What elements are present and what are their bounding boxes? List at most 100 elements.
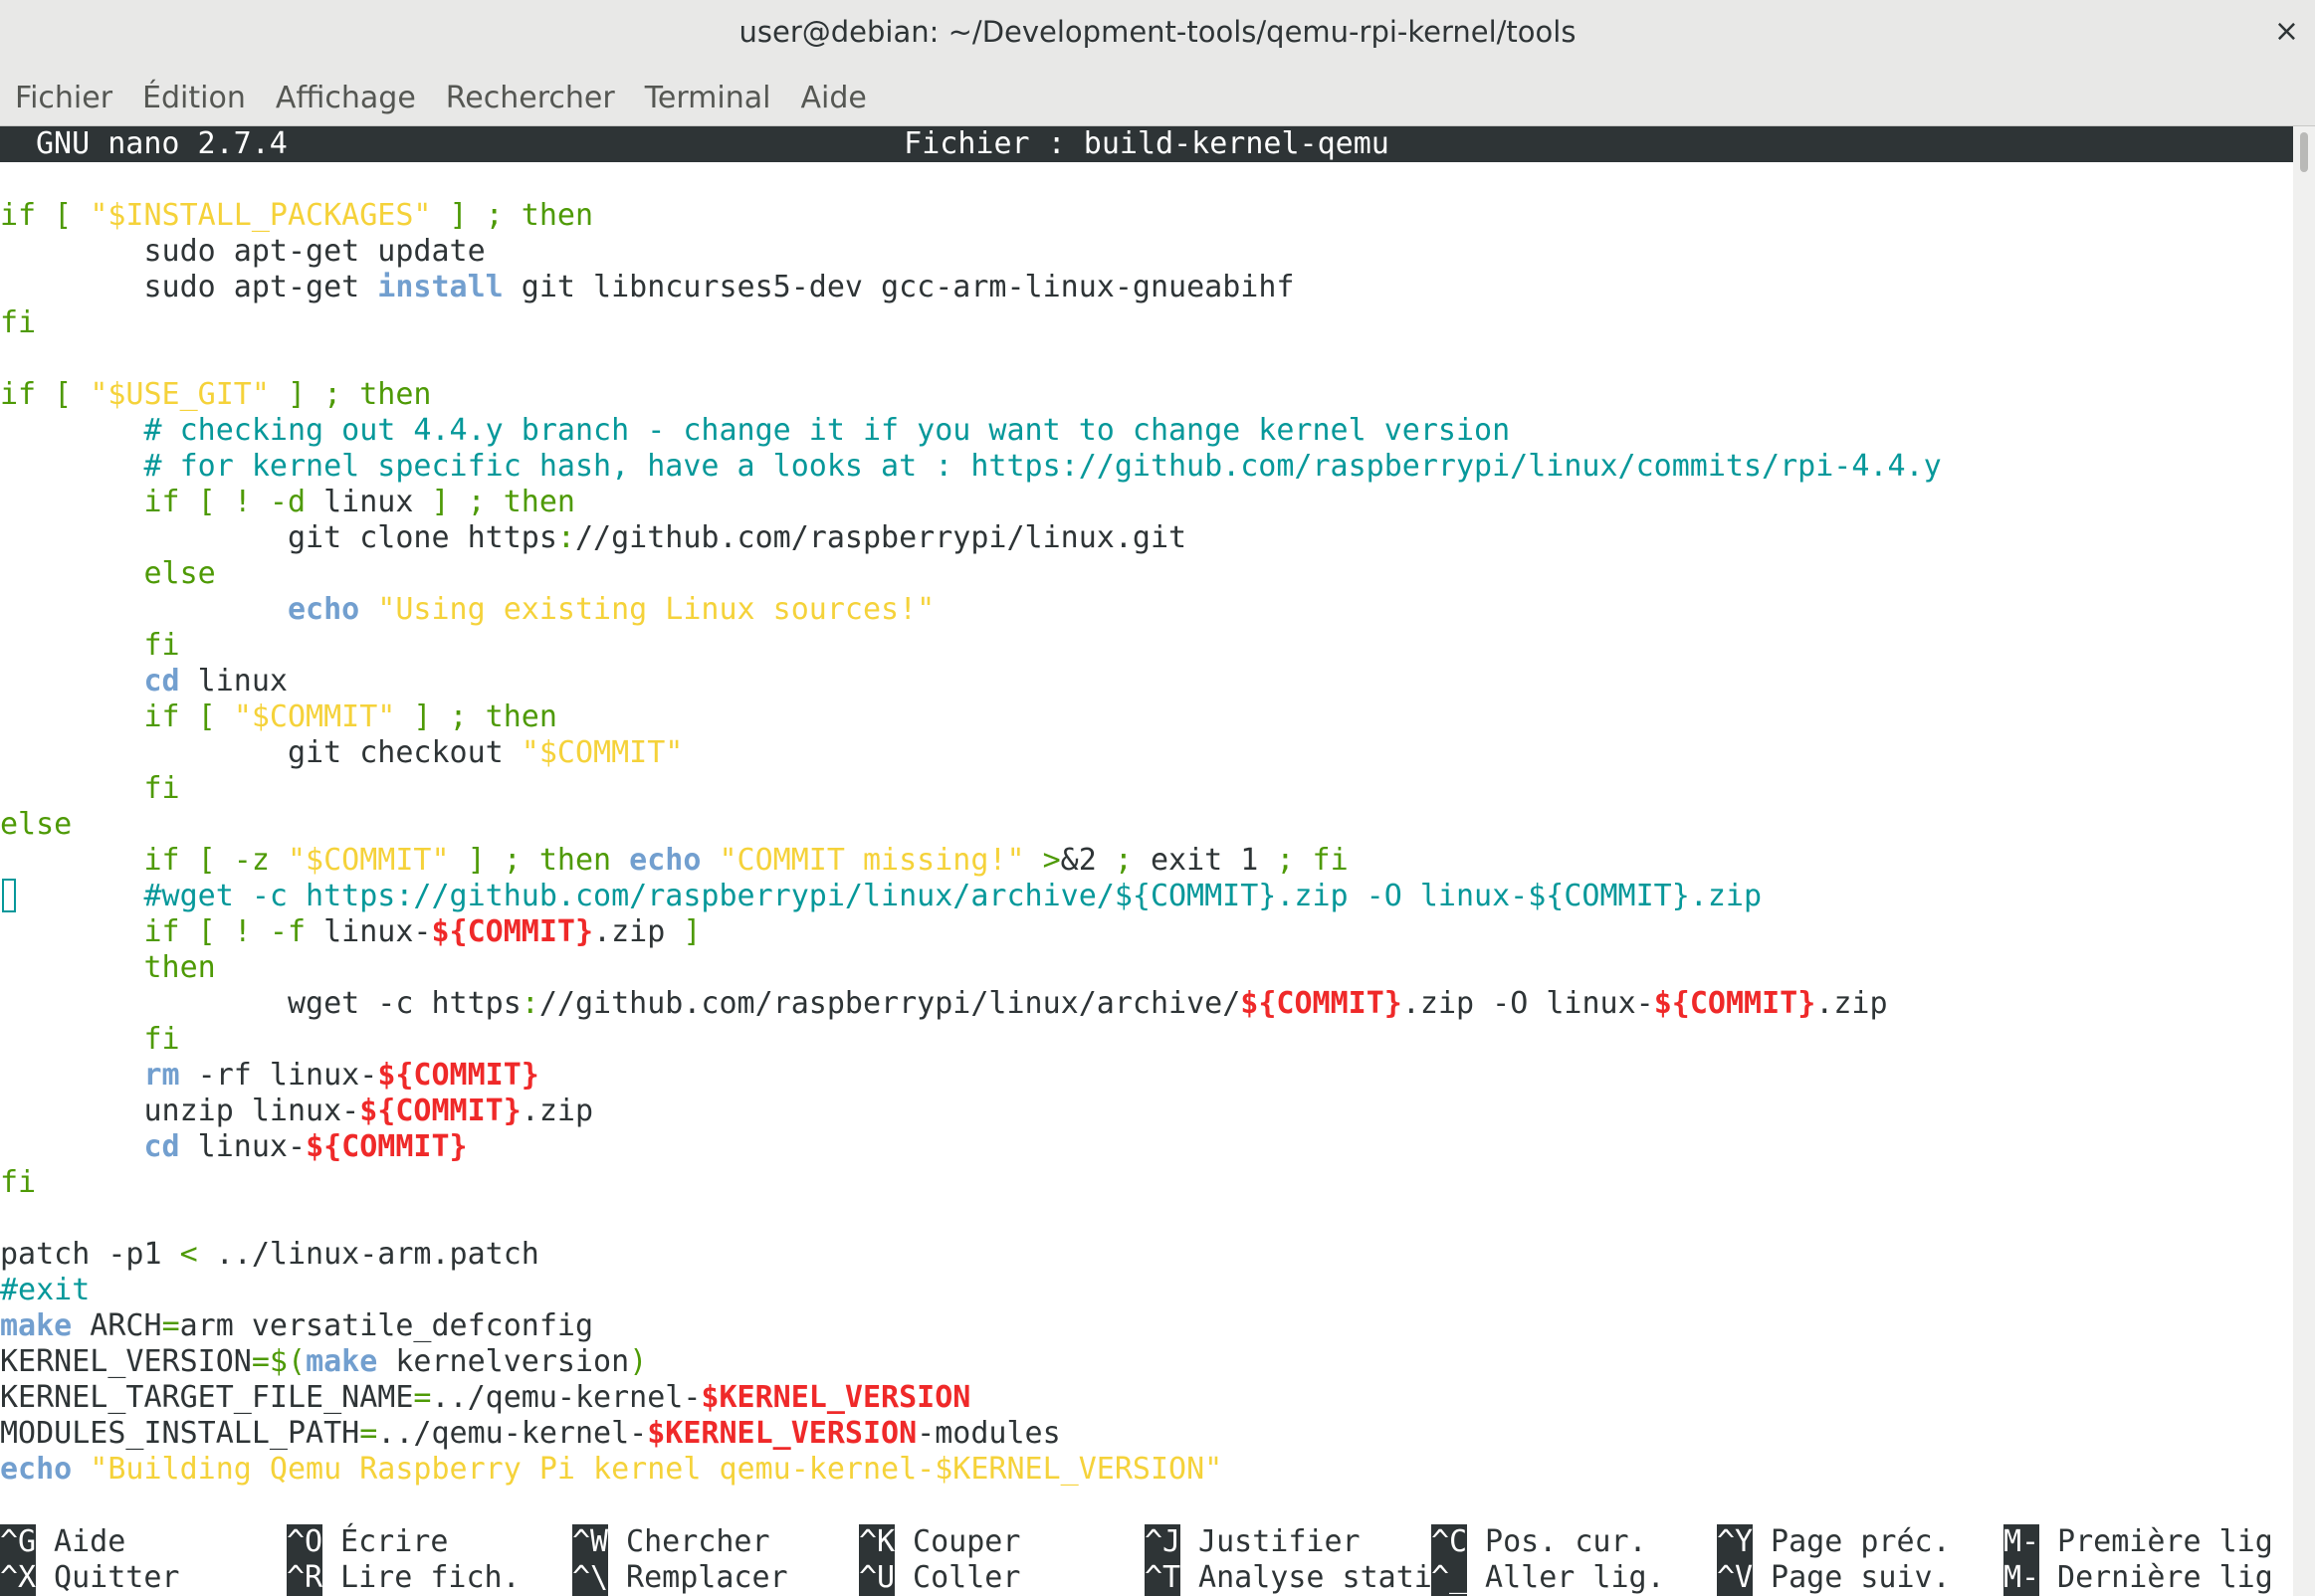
menu-fichier[interactable]: Fichier bbox=[0, 64, 127, 125]
shortcut-label: Analyse stati bbox=[1180, 1560, 1432, 1595]
code-token: .zip bbox=[1815, 986, 1888, 1021]
code-token: rm bbox=[143, 1058, 180, 1093]
shortcut-key: ^U bbox=[859, 1560, 896, 1596]
code-token: fi bbox=[0, 305, 37, 340]
code-token: linux- bbox=[323, 914, 432, 949]
code-line: fi bbox=[0, 305, 36, 341]
code-token: "COMMIT missing!" bbox=[701, 843, 1025, 878]
shortcut-label: Écrire bbox=[322, 1524, 449, 1559]
shortcut-key: ^K bbox=[859, 1524, 896, 1560]
code-line: KERNEL_TARGET_FILE_NAME=../qemu-kernel-$… bbox=[0, 1380, 970, 1416]
code-line: cd linux bbox=[0, 664, 289, 699]
code-token: = bbox=[413, 1380, 432, 1415]
shortcut-label: Lire fich. bbox=[322, 1560, 521, 1595]
code-token: KERNEL_VERSION bbox=[0, 1344, 252, 1379]
code-token: : bbox=[556, 520, 575, 555]
menu-aide[interactable]: Aide bbox=[785, 64, 881, 125]
code-line: if [ -z "$COMMIT" ] ; then echo "COMMIT … bbox=[0, 843, 1348, 879]
code-line: else bbox=[0, 556, 216, 592]
scrollbar[interactable] bbox=[2293, 126, 2315, 1596]
code-token: make bbox=[306, 1344, 378, 1379]
code-token: =$( bbox=[251, 1344, 307, 1379]
shortcut-key: ^X bbox=[0, 1560, 37, 1596]
code-token: //github.com/raspberrypi/linux.git bbox=[574, 520, 1187, 555]
shortcut-label: Coller bbox=[895, 1560, 1021, 1595]
shortcut-key: ^J bbox=[1145, 1524, 1181, 1560]
code-token: if [ bbox=[0, 699, 234, 734]
code-token: ../linux-arm.patch bbox=[197, 1237, 539, 1272]
nano-header: Fichier : build-kernel-qemu GNU nano 2.7… bbox=[0, 126, 2293, 162]
code-line: if [ "$COMMIT" ] ; then bbox=[0, 699, 556, 735]
code-token: ${COMMIT} bbox=[431, 914, 594, 949]
code-line: #wget -c https://github.com/raspberrypi/… bbox=[0, 879, 1762, 914]
nano-version: GNU nano 2.7.4 bbox=[36, 126, 288, 161]
code-token: fi bbox=[0, 628, 180, 663]
code-token: ${COMMIT} bbox=[1653, 986, 1816, 1021]
shortcut-key: ^Y bbox=[1717, 1524, 1754, 1560]
code-line: if [ ! -f linux-${COMMIT}.zip ] bbox=[0, 914, 701, 950]
code-token: fi bbox=[0, 771, 180, 806]
shortcut-key: ^O bbox=[287, 1524, 323, 1560]
terminal-area[interactable]: Fichier : build-kernel-qemu GNU nano 2.7… bbox=[0, 126, 2293, 1596]
code-token: echo bbox=[629, 843, 702, 878]
code-token: exit 1 bbox=[1150, 843, 1259, 878]
code-token: ${COMMIT} bbox=[1240, 986, 1402, 1021]
code-token: "$USE_GIT" bbox=[90, 377, 270, 412]
code-token: echo bbox=[0, 1452, 73, 1487]
code-line: echo "Building Qemu Raspberry Pi kernel … bbox=[0, 1452, 1222, 1488]
shortcut-label: Page préc. bbox=[1753, 1524, 1951, 1559]
menu-edition[interactable]: Édition bbox=[127, 64, 261, 125]
shortcut-item: ^U Coller bbox=[859, 1560, 1020, 1596]
shortcut-item: ^X Quitter bbox=[0, 1560, 180, 1596]
code-line: echo "Using existing Linux sources!" bbox=[0, 592, 935, 628]
code-token: patch -p1 bbox=[0, 1237, 180, 1272]
code-token: "$COMMIT" bbox=[521, 735, 684, 770]
close-icon[interactable]: × bbox=[2274, 0, 2299, 64]
menu-bar: Fichier Édition Affichage Rechercher Termina… bbox=[0, 64, 2315, 126]
code-token: //github.com/raspberrypi/linux/archive/ bbox=[538, 986, 1241, 1021]
shortcut-item: ^Y Page préc. bbox=[1717, 1524, 1951, 1560]
text-cursor bbox=[2, 879, 16, 912]
shortcut-label: Chercher bbox=[608, 1524, 770, 1559]
code-token: else bbox=[0, 556, 216, 591]
shortcut-label: Remplacer bbox=[608, 1560, 788, 1595]
shortcut-key: ^_ bbox=[1431, 1560, 1468, 1596]
code-token: git checkout bbox=[0, 735, 522, 770]
shortcut-label: Quitter bbox=[36, 1560, 180, 1595]
code-line: fi bbox=[0, 1022, 179, 1058]
code-token: ] ; then bbox=[413, 485, 575, 519]
code-line: sudo apt-get install git libncurses5-dev… bbox=[0, 270, 1294, 305]
code-line: patch -p1 < ../linux-arm.patch bbox=[0, 1237, 539, 1273]
shortcut-key: ^G bbox=[0, 1524, 37, 1560]
shortcut-label: Première lig bbox=[2039, 1524, 2273, 1559]
code-token: install bbox=[377, 270, 504, 304]
menu-terminal[interactable]: Terminal bbox=[630, 64, 786, 125]
shortcut-label: Aller lig. bbox=[1467, 1560, 1665, 1595]
code-token: # checking out 4.4.y branch - change it … bbox=[0, 413, 1511, 448]
shortcut-item: ^T Analyse stati bbox=[1145, 1560, 1432, 1596]
code-token: < bbox=[179, 1237, 198, 1272]
code-token: ${COMMIT} bbox=[377, 1058, 539, 1093]
code-line: #exit bbox=[0, 1273, 90, 1308]
code-token: "Building Qemu Raspberry Pi kernel qemu-… bbox=[72, 1452, 1223, 1487]
code-line: make ARCH=arm versatile_defconfig bbox=[0, 1308, 593, 1344]
code-token: ${COMMIT} bbox=[306, 1129, 468, 1164]
shortcut-item: ^W Chercher bbox=[572, 1524, 770, 1560]
code-token: make bbox=[0, 1308, 73, 1343]
code-line: # checking out 4.4.y branch - change it … bbox=[0, 413, 1510, 449]
shortcut-item: ^V Page suiv. bbox=[1717, 1560, 1951, 1596]
code-line: rm -rf linux-${COMMIT} bbox=[0, 1058, 539, 1094]
code-token: then bbox=[0, 950, 216, 985]
code-token: if [ bbox=[0, 198, 91, 233]
scrollbar-thumb[interactable] bbox=[2300, 132, 2308, 172]
shortcut-item: ^_ Aller lig. bbox=[1431, 1560, 1665, 1596]
shortcut-key: ^R bbox=[287, 1560, 323, 1596]
menu-affichage[interactable]: Affichage bbox=[261, 64, 431, 125]
code-line: else bbox=[0, 807, 72, 843]
code-token: &2 bbox=[1060, 843, 1097, 878]
code-token: #wget -c https://github.com/raspberrypi/… bbox=[0, 879, 1763, 913]
code-token: if [ -z bbox=[0, 843, 288, 878]
menu-rechercher[interactable]: Rechercher bbox=[431, 64, 630, 125]
shortcut-key: ^T bbox=[1145, 1560, 1181, 1596]
